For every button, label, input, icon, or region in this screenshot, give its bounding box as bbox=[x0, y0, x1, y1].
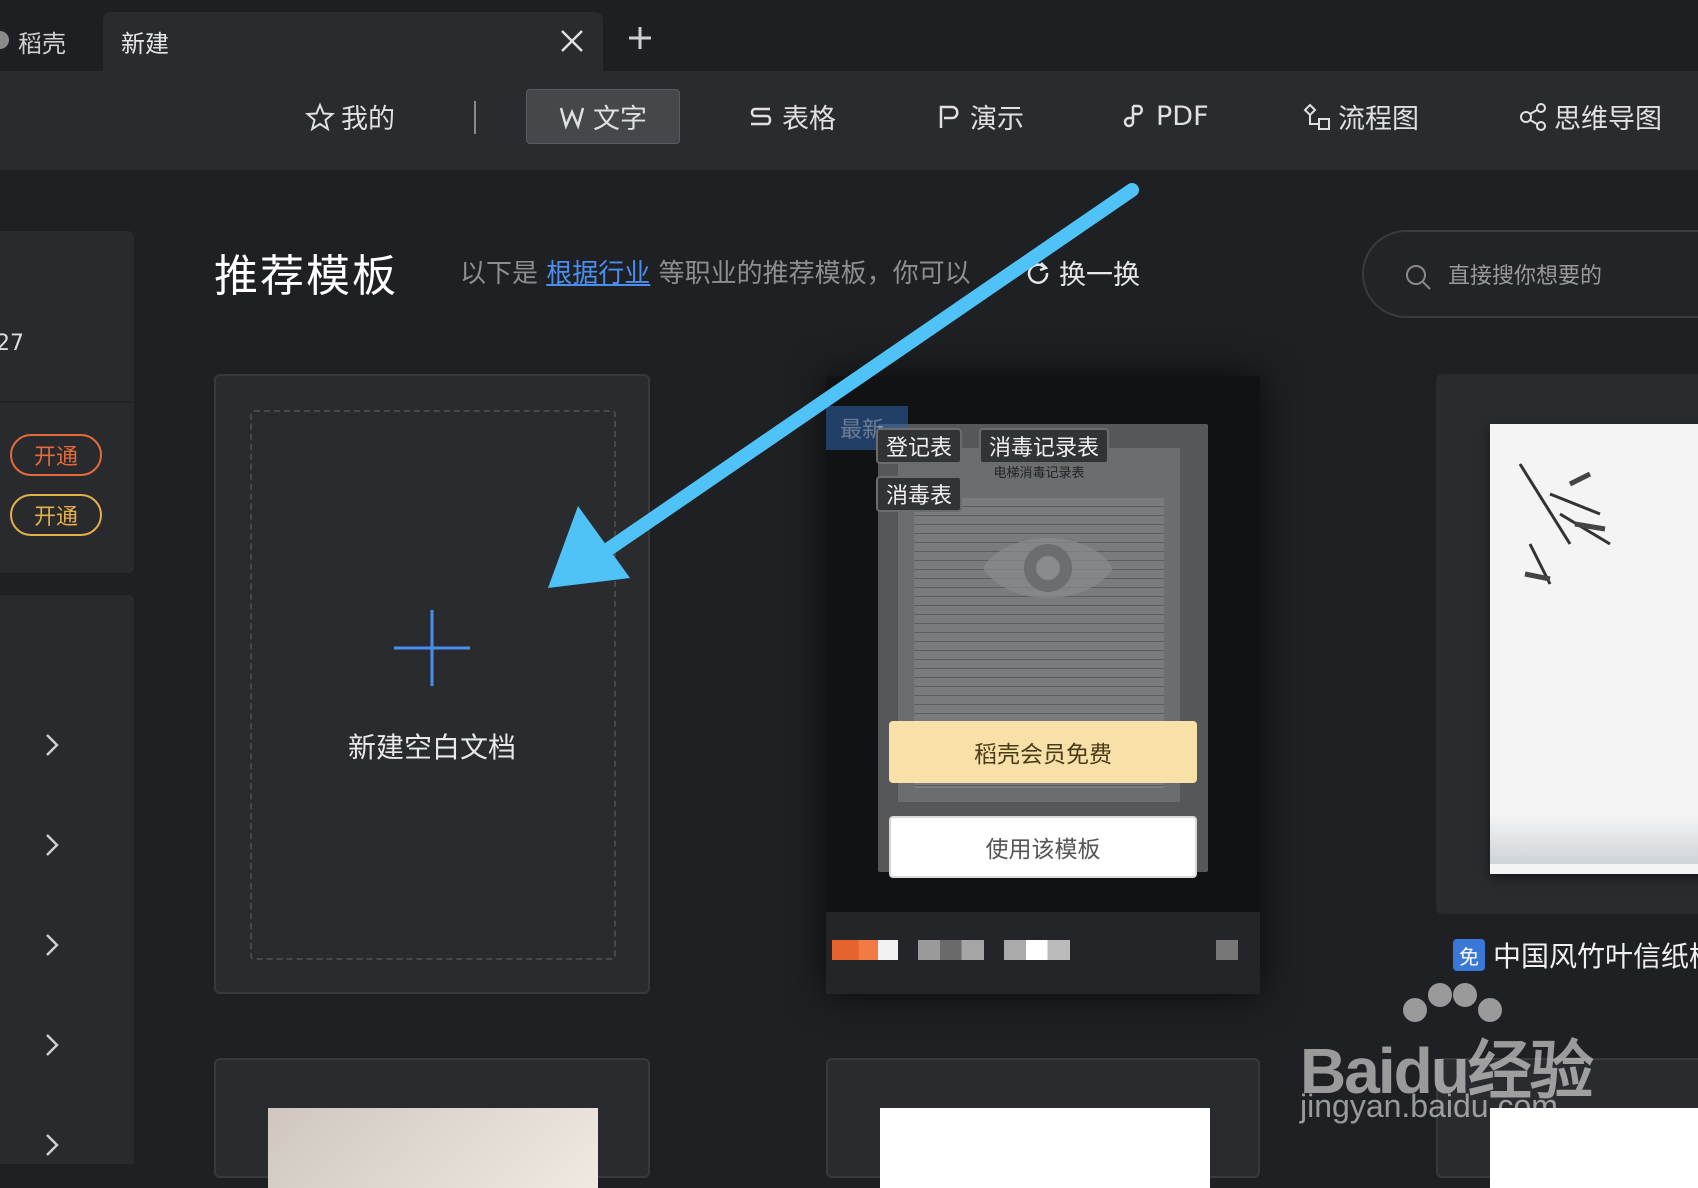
template-card-bottom-1[interactable] bbox=[214, 1058, 650, 1188]
chevron-right-icon[interactable] bbox=[40, 830, 64, 860]
chevron-right-icon[interactable] bbox=[40, 930, 64, 960]
watermark-url: jingyan.baidu.com bbox=[1300, 1088, 1558, 1124]
subtitle-prefix: 以下是 bbox=[460, 259, 539, 289]
category-slides[interactable]: 演示 bbox=[934, 89, 1024, 144]
vip-free-button[interactable]: 稻壳会员免费 bbox=[889, 721, 1197, 783]
template-tag[interactable]: 消毒记录表 bbox=[979, 428, 1110, 464]
slides-icon bbox=[939, 105, 959, 128]
new-blank-document-label: 新建空白文档 bbox=[347, 731, 516, 764]
close-icon[interactable] bbox=[559, 28, 585, 54]
template-tag[interactable]: 消毒表 bbox=[876, 476, 963, 512]
category-mind-label: 思维导图 bbox=[1554, 104, 1662, 135]
category-pdf[interactable]: PDF bbox=[1120, 89, 1209, 144]
section-title: 推荐模板 bbox=[214, 251, 398, 302]
category-slides-label: 演示 bbox=[970, 104, 1024, 135]
color-swatch[interactable] bbox=[1004, 940, 1070, 960]
mountain-illustration bbox=[1490, 814, 1698, 864]
template-search bbox=[1362, 230, 1698, 318]
tab-home-label: 稻壳 bbox=[18, 30, 66, 58]
search-icon bbox=[1406, 265, 1431, 290]
chevron-right-icon[interactable] bbox=[40, 730, 64, 760]
subtitle-suffix: 等职业的推荐模板，你可以 bbox=[658, 259, 971, 289]
flowchart-icon bbox=[1303, 103, 1330, 130]
template-preview bbox=[880, 1108, 1210, 1188]
category-sheet[interactable]: 表格 bbox=[746, 89, 836, 144]
free-badge: 免 bbox=[1453, 939, 1485, 971]
activate-button-2[interactable]: 开通 bbox=[10, 494, 102, 536]
template-title-bamboo: 免 中国风竹叶信纸模 bbox=[1453, 935, 1698, 975]
category-sheet-label: 表格 bbox=[782, 104, 836, 135]
plus-icon bbox=[394, 610, 470, 686]
account-number: 27 bbox=[0, 331, 24, 356]
activate-button-1[interactable]: 开通 bbox=[10, 434, 102, 476]
home-logo-icon bbox=[0, 31, 9, 49]
category-flow[interactable]: 流程图 bbox=[1302, 89, 1419, 144]
template-card[interactable]: 电梯消毒记录表 最新 登记表 消毒记录表 消毒表 稻壳会员免费 使用该模板 bbox=[826, 376, 1260, 994]
industry-link[interactable]: 根据行业 bbox=[546, 259, 650, 289]
baidu-watermark: Baidu经验 jingyan.baidu.com bbox=[1300, 980, 1630, 1130]
category-text[interactable]: 文字 bbox=[526, 89, 680, 144]
category-pdf-label: PDF bbox=[1156, 101, 1209, 132]
template-card-bamboo[interactable] bbox=[1436, 374, 1698, 914]
category-flow-label: 流程图 bbox=[1338, 104, 1419, 135]
add-tab-icon[interactable] bbox=[624, 22, 656, 54]
side-menu bbox=[0, 595, 134, 1164]
mindmap-icon bbox=[1520, 102, 1546, 131]
tab-home[interactable]: 稻壳 bbox=[0, 12, 100, 71]
category-mine-label: 我的 bbox=[341, 104, 395, 135]
color-swatch[interactable] bbox=[918, 940, 984, 960]
template-tag[interactable]: 登记表 bbox=[876, 428, 963, 464]
color-swatch[interactable] bbox=[1216, 940, 1238, 960]
tab-new-label: 新建 bbox=[121, 30, 169, 58]
tab-new[interactable]: 新建 bbox=[103, 12, 603, 71]
account-panel: 27 开通 开通 bbox=[0, 231, 134, 573]
divider bbox=[0, 401, 134, 403]
preview-eye-icon[interactable] bbox=[978, 518, 1118, 618]
chevron-right-icon[interactable] bbox=[40, 1130, 64, 1160]
refresh-icon bbox=[1027, 261, 1049, 284]
tab-bar: 稻壳 新建 bbox=[0, 0, 1698, 71]
category-mind[interactable]: 思维导图 bbox=[1518, 89, 1662, 144]
chevron-right-icon[interactable] bbox=[40, 1030, 64, 1060]
bamboo-illustration bbox=[1518, 463, 1611, 585]
color-swatch[interactable] bbox=[832, 940, 898, 960]
pdf-icon bbox=[1123, 104, 1143, 127]
template-title-bamboo-text: 中国风竹叶信纸模 bbox=[1493, 940, 1698, 973]
category-separator bbox=[474, 101, 476, 134]
use-template-button[interactable]: 使用该模板 bbox=[889, 816, 1197, 878]
template-card-footer bbox=[826, 912, 1260, 994]
refresh-label: 换一换 bbox=[1059, 260, 1140, 291]
template-card-bottom-2[interactable] bbox=[826, 1058, 1260, 1188]
category-bar: 我的 文字 表格 演示 PDF 流程图 思维导图 bbox=[0, 71, 1698, 170]
bamboo-paper-preview bbox=[1490, 424, 1698, 874]
category-text-label: 文字 bbox=[593, 104, 647, 135]
template-preview bbox=[268, 1108, 598, 1188]
category-mine[interactable]: 我的 bbox=[305, 89, 395, 144]
refresh-button[interactable]: 换一换 bbox=[1025, 253, 1140, 292]
star-icon bbox=[305, 101, 335, 131]
new-blank-document-card[interactable]: 新建空白文档 bbox=[214, 374, 650, 994]
search-input[interactable] bbox=[1448, 254, 1698, 298]
section-subtitle: 以下是 根据行业 等职业的推荐模板，你可以 bbox=[460, 253, 971, 290]
writer-icon bbox=[559, 107, 585, 130]
sheet-icon bbox=[750, 107, 772, 125]
